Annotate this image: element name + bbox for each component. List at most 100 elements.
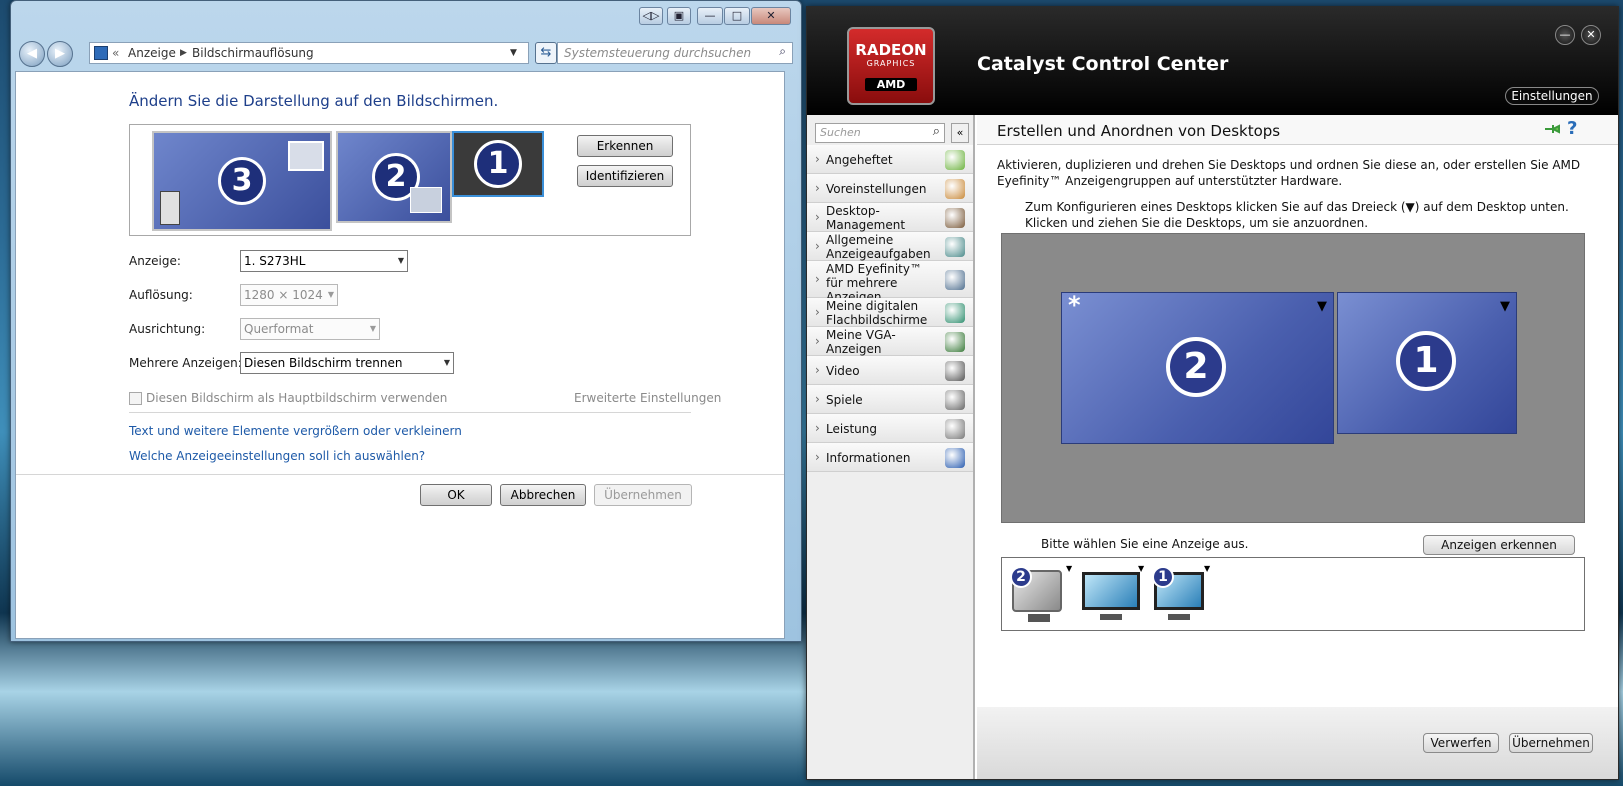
divider <box>129 412 691 413</box>
triangle-icon[interactable]: ▼ <box>1138 564 1144 573</box>
search-icon[interactable]: ⌕ <box>779 44 786 59</box>
sidebar-item-label: Informationen <box>826 450 911 465</box>
refresh-icon[interactable]: ⇆ <box>535 42 557 64</box>
orientation-select[interactable]: Querformat ▼ <box>240 318 380 340</box>
chevron-down-icon: ▼ <box>397 256 404 265</box>
sidebar-item-6[interactable]: › Meine VGA- Anzeigen <box>807 327 973 356</box>
triangle-icon[interactable]: ▼ <box>1204 564 1210 573</box>
desktop-menu-triangle-icon[interactable]: ▼ <box>1500 299 1510 314</box>
monitor-3[interactable]: 3 <box>152 131 332 231</box>
sidebar-item-7[interactable]: › Video <box>807 356 973 385</box>
primary-marker: * <box>1068 291 1081 319</box>
chevron-right-icon: › <box>815 180 820 195</box>
lcd-monitor-1[interactable]: 1 ▼ <box>1152 562 1218 628</box>
search-input[interactable]: Suchen ⌕ <box>815 123 945 143</box>
triangle-icon[interactable]: ▼ <box>1066 564 1072 573</box>
monitor-1[interactable]: 1 <box>452 131 544 197</box>
chevron-right-icon: › <box>815 238 820 253</box>
sidebar-item-label: Leistung <box>826 421 877 436</box>
text-size-link[interactable]: Text und weitere Elemente vergrößern ode… <box>129 424 462 438</box>
monitor-2[interactable]: 2 <box>336 131 452 223</box>
chevron-right-icon: › <box>815 449 820 464</box>
video-icon <box>945 360 965 381</box>
chevron-right-icon: › <box>815 209 820 224</box>
desktop-arrangement: * ▼ 2 ▼ 1 <box>1001 233 1585 523</box>
minimize-button[interactable]: — <box>697 7 723 25</box>
display-number: 1 <box>1152 566 1174 588</box>
display-number: 2 <box>1010 566 1032 588</box>
desktop-2[interactable]: * ▼ 2 <box>1061 291 1334 444</box>
sidebar-item-4[interactable]: › AMD Eyefinity™ für mehrere Anzeigen <box>807 261 973 304</box>
address-bar[interactable]: « Anzeige ▶ Bildschirmauflösung ▼ <box>89 42 529 64</box>
gamepad-icon <box>945 389 965 410</box>
crt-monitor-2[interactable]: 2 ▼ <box>1008 562 1074 628</box>
collapse-icon[interactable]: « <box>951 123 969 143</box>
display-help-link[interactable]: Welche Anzeigeeinstellungen soll ich aus… <box>129 449 425 463</box>
sidebar-item-10[interactable]: › Informationen <box>807 443 973 472</box>
advanced-settings-link[interactable]: Erweiterte Einstellungen <box>574 391 721 405</box>
maximize-button[interactable]: □ <box>724 7 750 25</box>
ccc-footer: Verwerfen Übernehmen <box>977 707 1618 779</box>
desktop-1[interactable]: ▼ 1 <box>1337 292 1517 434</box>
sidebar-item-2[interactable]: › Desktop- Management <box>807 203 973 232</box>
detect-displays-button[interactable]: Anzeigen erkennen <box>1423 535 1575 555</box>
multi-display-select[interactable]: Diesen Bildschirm trennen ▼ <box>240 352 454 374</box>
identify-button[interactable]: Identifizieren <box>577 165 673 187</box>
breadcrumb-current[interactable]: Bildschirmauflösung <box>192 46 314 60</box>
display-list: 2 ▼ ▼ 1 ▼ <box>1001 557 1585 631</box>
sidebar-item-9[interactable]: › Leistung <box>807 414 973 443</box>
close-button[interactable]: ✕ <box>1581 25 1601 45</box>
navigation-bar: ◀ ▶ « Anzeige ▶ Bildschirmauflösung ▼ ⇆ … <box>15 39 793 67</box>
chevron-right-icon: › <box>815 151 820 166</box>
back-button[interactable]: ◀ <box>19 41 45 67</box>
monitor-number: 3 <box>218 157 266 205</box>
lcd-monitor[interactable]: ▼ <box>1080 562 1146 628</box>
detect-button[interactable]: Erkennen <box>577 135 673 157</box>
ok-button[interactable]: OK <box>420 484 492 506</box>
instruction: Zum Konfigurieren eines Desktops klicken… <box>1025 200 1569 230</box>
sidebar-item-label: Desktop- Management <box>826 204 906 232</box>
sidebar-item-8[interactable]: › Spiele <box>807 385 973 414</box>
apply-button[interactable]: Übernehmen <box>1509 733 1593 753</box>
breadcrumb-anzeige[interactable]: Anzeige <box>128 46 176 60</box>
address-dropdown-icon[interactable]: ▼ <box>510 48 517 58</box>
pin-icon[interactable] <box>1543 122 1561 136</box>
apply-button[interactable]: Übernehmen <box>594 484 692 506</box>
minimize-button[interactable]: — <box>1555 25 1575 45</box>
ccc-header: RADEON GRAPHICS AMD Catalyst Control Cen… <box>807 7 1618 115</box>
primary-checkbox-label: Diesen Bildschirm als Hauptbildschirm ve… <box>146 391 448 405</box>
chevron-right-icon: › <box>815 271 820 286</box>
sidebar-item-1[interactable]: › Voreinstellungen <box>807 174 973 203</box>
preset-icon <box>945 178 965 199</box>
main-panel: Erstellen und Anordnen von Desktops ? Ak… <box>977 115 1618 779</box>
page-header: Erstellen und Anordnen von Desktops ? <box>977 115 1618 145</box>
desktop-menu-triangle-icon[interactable]: ▼ <box>1317 299 1327 314</box>
orientation-label: Ausrichtung: <box>129 322 206 336</box>
display-tasks-icon <box>945 236 965 257</box>
page-title: Ändern Sie die Darstellung auf den Bilds… <box>129 92 499 110</box>
sidebar-item-0[interactable]: › Angeheftet <box>807 145 973 174</box>
monitor-arrangement: 3 2 1 Erkennen Identifizieren <box>129 124 691 236</box>
discard-button[interactable]: Verwerfen <box>1423 733 1499 753</box>
chevron-right-icon: › <box>815 420 820 435</box>
description: Aktivieren, duplizieren und drehen Sie D… <box>997 158 1581 188</box>
restore-view-icon[interactable]: ▣ <box>667 7 691 25</box>
help-icon[interactable]: ? <box>1567 118 1577 139</box>
vga-icon <box>945 331 965 352</box>
sidebar-item-3[interactable]: › Allgemeine Anzeigeaufgaben <box>807 232 973 261</box>
search-icon: ⌕ <box>932 124 940 139</box>
cancel-button[interactable]: Abbrechen <box>500 484 586 506</box>
sidebar-item-5[interactable]: › Meine digitalen Flachbildschirme <box>807 298 973 327</box>
sidebar-item-label: Voreinstellungen <box>826 181 927 196</box>
sidebar-item-label: Video <box>826 363 860 378</box>
forward-button[interactable]: ▶ <box>47 41 73 67</box>
close-button[interactable]: ✕ <box>751 7 791 25</box>
primary-checkbox[interactable] <box>129 392 142 405</box>
control-panel-icon <box>94 46 108 60</box>
search-input[interactable]: Systemsteuerung durchsuchen ⌕ <box>557 42 793 64</box>
settings-button[interactable]: Einstellungen <box>1505 87 1599 105</box>
chevron-down-icon: ▼ <box>327 290 334 299</box>
display-select[interactable]: 1. S273HL ▼ <box>240 250 408 272</box>
resolution-select[interactable]: 1280 × 1024 ▼ <box>240 284 338 306</box>
snap-icon[interactable]: ◁▷ <box>639 7 663 25</box>
